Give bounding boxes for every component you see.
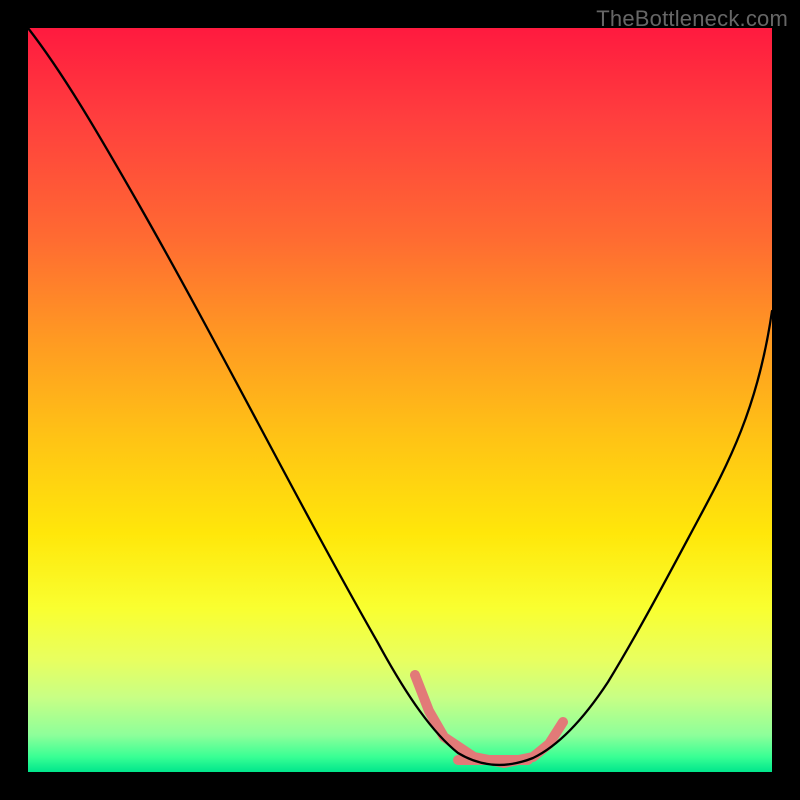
chart-svg: [28, 28, 772, 772]
highlight-band: [415, 675, 563, 763]
chart-frame: TheBottleneck.com: [0, 0, 800, 800]
bottleneck-curve: [28, 28, 772, 765]
plot-area: [28, 28, 772, 772]
watermark-text: TheBottleneck.com: [596, 6, 788, 32]
